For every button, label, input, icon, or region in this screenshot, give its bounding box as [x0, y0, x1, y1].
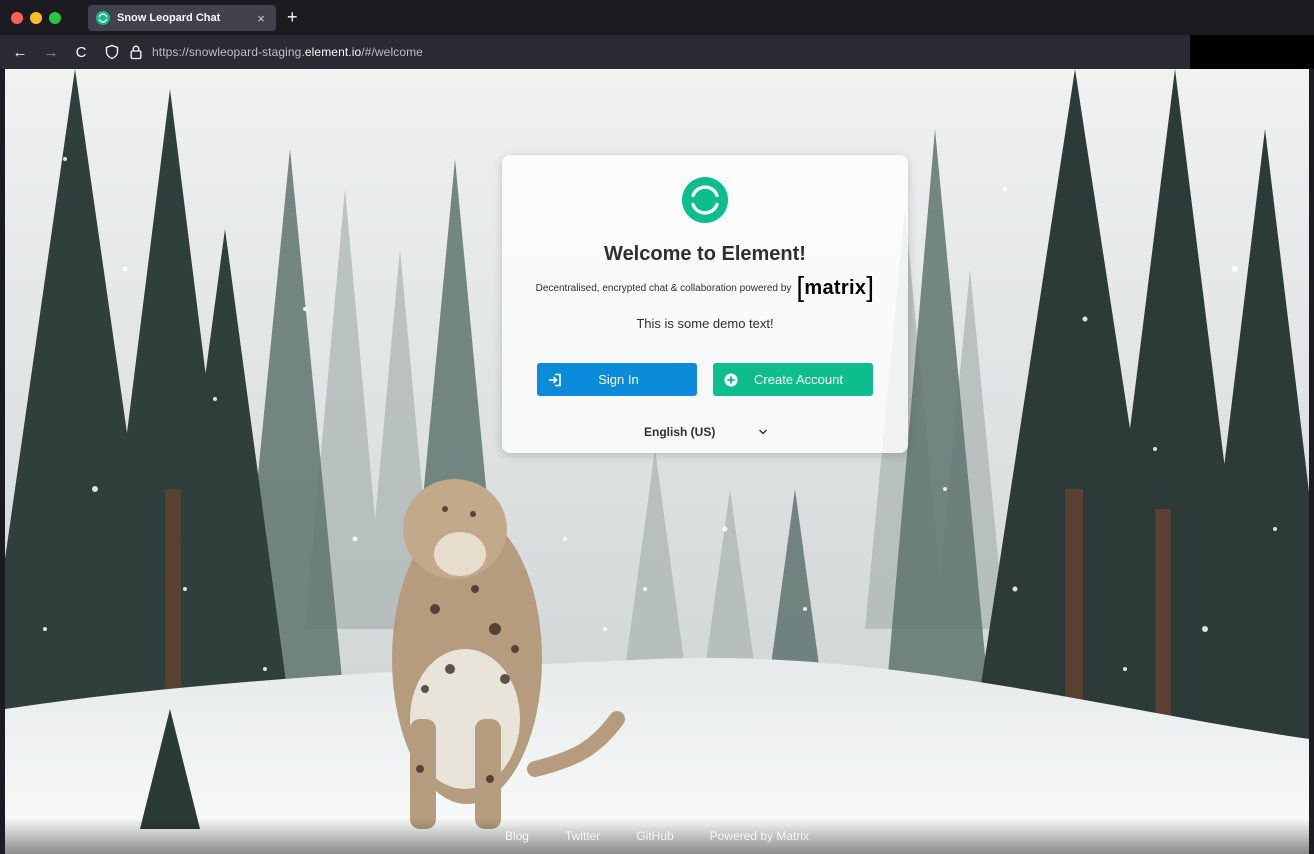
forward-arrow-icon[interactable]: →: [40, 44, 62, 61]
sign-in-icon: [548, 373, 561, 386]
tagline-text: Decentralised, encrypted chat & collabor…: [535, 282, 792, 294]
create-account-label: Create Account: [754, 372, 843, 387]
browser-navbar: ← → C https://snowleopard-staging.elemen…: [0, 35, 1314, 69]
language-value: English (US): [644, 425, 716, 439]
close-window-button[interactable]: [11, 11, 23, 24]
footer-link-twitter[interactable]: Twitter: [565, 829, 600, 843]
footer-link-github[interactable]: GitHub: [636, 829, 673, 843]
sign-in-button[interactable]: Sign In: [537, 363, 697, 396]
minimize-window-button[interactable]: [30, 11, 42, 24]
lock-icon[interactable]: [128, 44, 144, 60]
demo-text: This is some demo text!: [636, 316, 774, 331]
matrix-logo-word: matrix: [804, 276, 867, 299]
browser-tab-active[interactable]: Snow Leopard Chat ×: [88, 5, 276, 31]
new-tab-button[interactable]: +: [287, 7, 298, 27]
welcome-page: Welcome to Element! Decentralised, encry…: [5, 69, 1309, 854]
redacted-area: [1190, 35, 1314, 69]
element-logo-icon: [682, 177, 728, 223]
url-suffix: /#/welcome: [361, 45, 423, 59]
shield-icon[interactable]: [104, 44, 120, 60]
footer-link-powered-by-matrix[interactable]: Powered by Matrix: [710, 829, 809, 843]
window-controls: [11, 11, 61, 24]
url-domain: element.io: [304, 45, 362, 59]
zoom-window-button[interactable]: [49, 11, 61, 24]
back-arrow-icon[interactable]: ←: [9, 44, 31, 61]
url-text[interactable]: https://snowleopard-staging.element.io/#…: [152, 45, 423, 59]
chevron-down-icon: [759, 429, 767, 435]
tab-close-icon[interactable]: ×: [254, 11, 268, 26]
footer-link-blog[interactable]: Blog: [505, 829, 529, 843]
reload-icon[interactable]: C: [70, 44, 92, 61]
plus-circle-icon: [724, 373, 738, 386]
footer-links: Blog Twitter GitHub Powered by Matrix: [5, 818, 1309, 854]
browser-titlebar: Snow Leopard Chat × +: [0, 0, 1314, 35]
tab-title: Snow Leopard Chat: [117, 12, 221, 24]
sign-in-label: Sign In: [598, 372, 639, 387]
welcome-card: Welcome to Element! Decentralised, encry…: [502, 155, 908, 453]
tagline: Decentralised, encrypted chat & collabor…: [502, 272, 908, 303]
page-title: Welcome to Element!: [604, 243, 806, 265]
element-logo-icon: [96, 11, 110, 25]
address-bar[interactable]: https://snowleopard-staging.element.io/#…: [104, 41, 423, 63]
language-dropdown[interactable]: English (US): [644, 423, 768, 441]
matrix-logo[interactable]: [matrix]: [796, 272, 874, 302]
create-account-button[interactable]: Create Account: [713, 363, 873, 396]
url-prefix: https://snowleopard-staging.: [152, 45, 305, 59]
